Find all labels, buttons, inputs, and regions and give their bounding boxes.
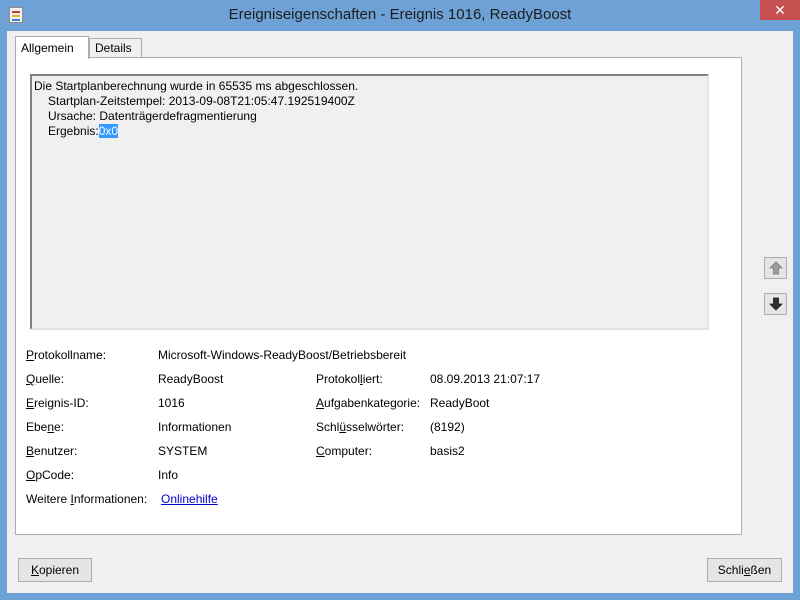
close-dialog-button[interactable]: Schließen bbox=[707, 558, 782, 582]
aufgabenkategorie-label: Aufgabenkategorie: bbox=[316, 396, 421, 410]
computer-value: basis2 bbox=[430, 444, 465, 458]
ebene-value: Informationen bbox=[158, 420, 232, 434]
protokollname-value: Microsoft-Windows-ReadyBoost/Betriebsber… bbox=[158, 348, 407, 362]
window-title: Ereigniseigenschaften - Ereignis 1016, R… bbox=[228, 6, 572, 23]
onlinehilfe-link[interactable]: Onlinehilfe bbox=[161, 491, 218, 507]
benutzer-value: SYSTEM bbox=[158, 444, 208, 458]
ereignis-id-value: 1016 bbox=[158, 396, 185, 410]
description-line: Ursache: Datenträgerdefragmentierung bbox=[48, 109, 257, 123]
description-line: Startplan-Zeitstempel: 2013-09-08T21:05:… bbox=[48, 94, 355, 108]
tab-allgemein[interactable]: Allgemein bbox=[15, 36, 89, 59]
arrow-down-icon bbox=[768, 297, 783, 311]
opcode-value: Info bbox=[158, 468, 179, 482]
computer-label: Computer: bbox=[316, 444, 373, 458]
description-result-line: Ergebnis:0x0 bbox=[34, 124, 705, 139]
ereignis-id-label: Ereignis-ID: bbox=[26, 396, 89, 410]
schluesselwoerter-value: (8192) bbox=[430, 420, 465, 434]
ebene-label: Ebene: bbox=[26, 420, 65, 434]
aufgabenkategorie-value: ReadyBoot bbox=[430, 396, 490, 410]
title-bar[interactable]: Ereigniseigenschaften - Ereignis 1016, R… bbox=[0, 0, 800, 31]
protokollname-label: Protokollname: bbox=[26, 348, 107, 362]
previous-event-button[interactable] bbox=[764, 257, 787, 279]
protokolliert-label: Protokolliert: bbox=[316, 372, 383, 386]
schluesselwoerter-label: Schlüsselwörter: bbox=[316, 420, 405, 434]
weitere-informationen-label: Weitere Informationen: bbox=[26, 492, 148, 506]
benutzer-label: Benutzer: bbox=[26, 444, 78, 458]
next-event-button[interactable] bbox=[764, 293, 787, 315]
quelle-value: ReadyBoost bbox=[158, 372, 224, 386]
protokolliert-value: 08.09.2013 21:07:17 bbox=[430, 372, 541, 386]
event-properties-window: Ereigniseigenschaften - Ereignis 1016, R… bbox=[0, 0, 800, 600]
quelle-label: Quelle: bbox=[26, 372, 65, 386]
event-description[interactable]: Die Startplanberechnung wurde in 65535 m… bbox=[30, 74, 709, 330]
copy-button[interactable]: Kopieren bbox=[18, 558, 92, 582]
arrow-up-icon bbox=[768, 261, 783, 275]
opcode-label: OpCode: bbox=[26, 468, 75, 482]
general-panel: Die Startplanberechnung wurde in 65535 m… bbox=[15, 57, 742, 535]
close-button[interactable]: ✕ bbox=[760, 0, 800, 20]
selected-text[interactable]: 0x0 bbox=[98, 124, 119, 138]
result-label: Ergebnis: bbox=[48, 124, 99, 138]
description-line: Die Startplanberechnung wurde in 65535 m… bbox=[34, 79, 359, 93]
tab-details[interactable]: Details bbox=[89, 38, 142, 58]
